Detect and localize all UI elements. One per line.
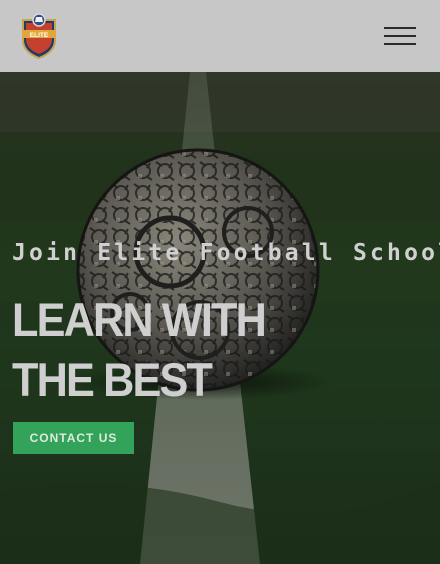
- contact-us-button[interactable]: CONTACT US: [13, 422, 134, 454]
- site-header: ELITE: [0, 0, 440, 72]
- menu-bar: [384, 27, 416, 29]
- hero-content: Join Elite Football Schools LEARN WITH T…: [0, 72, 440, 564]
- hero-headline: LEARN WITH THE BEST: [12, 293, 267, 406]
- menu-bar: [384, 43, 416, 45]
- club-logo[interactable]: ELITE: [19, 12, 59, 60]
- logo-wordmark: ELITE: [30, 32, 49, 39]
- hero-section: Join Elite Football Schools LEARN WITH T…: [0, 72, 440, 564]
- hamburger-menu-icon[interactable]: [384, 27, 416, 47]
- hero-kicker: Join Elite Football Schools: [12, 240, 440, 266]
- menu-bar: [384, 35, 416, 37]
